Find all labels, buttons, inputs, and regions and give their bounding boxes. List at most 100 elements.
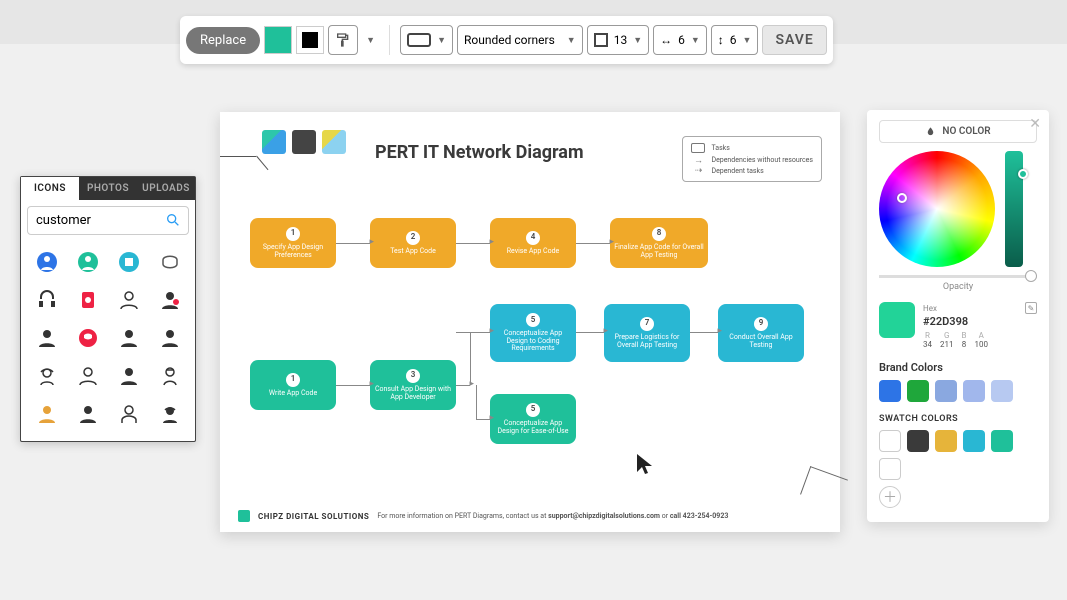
border-color-swatch[interactable]: [296, 26, 324, 54]
connector: [470, 332, 471, 385]
brand-swatch[interactable]: [991, 380, 1013, 402]
icon-result[interactable]: [152, 399, 187, 429]
color-swatch[interactable]: [879, 430, 901, 452]
pert-node[interactable]: 3Consult App Design with App Developer: [370, 360, 456, 410]
tab-uploads[interactable]: UPLOADS: [137, 177, 195, 200]
connector: [476, 385, 477, 419]
rgb-g[interactable]: 211: [940, 340, 954, 349]
icon-result[interactable]: [152, 323, 187, 353]
icon-result[interactable]: [29, 323, 64, 353]
icon-result[interactable]: [152, 285, 187, 315]
tab-icons[interactable]: ICONS: [21, 177, 79, 200]
icon-result[interactable]: [111, 323, 146, 353]
swatch-colors-label: SWATCH COLORS: [879, 414, 1037, 424]
legend-box: Tasks Dependencies without resources Dep…: [682, 136, 822, 182]
icon-result[interactable]: [111, 399, 146, 429]
height-dropdown[interactable]: ↕ 6 ▼: [711, 25, 759, 55]
title-icons: [262, 130, 346, 154]
hex-value[interactable]: #22D398: [923, 315, 1037, 328]
icon-result[interactable]: [111, 285, 146, 315]
brand-logo-icon: [238, 510, 250, 522]
paint-roller-icon: [335, 32, 351, 48]
saturation-slider[interactable]: [1005, 151, 1023, 267]
close-icon[interactable]: ✕: [1029, 116, 1041, 132]
title-icon: [262, 130, 286, 154]
replace-button[interactable]: Replace: [186, 27, 260, 54]
color-swatch[interactable]: [907, 430, 929, 452]
color-picker-panel: ✕ NO COLOR Opacity Hex✎ #22D398 R34 G211…: [867, 110, 1049, 522]
pert-node[interactable]: 8Finalize App Code for Overall App Testi…: [610, 218, 708, 268]
color-swatch[interactable]: [935, 430, 957, 452]
rectangle-icon: [407, 33, 431, 47]
icon-result[interactable]: [29, 399, 64, 429]
color-swatch[interactable]: [991, 430, 1013, 452]
opacity-slider[interactable]: [879, 275, 1037, 278]
icon-result[interactable]: [29, 247, 64, 277]
rgb-a[interactable]: 100: [974, 340, 988, 349]
no-color-button[interactable]: NO COLOR: [879, 120, 1037, 143]
icon-result[interactable]: [152, 361, 187, 391]
pert-node[interactable]: 4Revise App Code: [490, 218, 576, 268]
wheel-handle[interactable]: [897, 193, 907, 203]
opacity-label: Opacity: [879, 282, 1037, 292]
arrows-vertical-icon: ↕: [718, 33, 724, 47]
color-swatch[interactable]: [879, 458, 901, 480]
pert-node[interactable]: 5Conceptualize App Design for Ease-of-Us…: [490, 394, 576, 444]
connector: [456, 385, 470, 386]
icon-result[interactable]: [29, 285, 64, 315]
canvas-footer: CHIPZ DIGITAL SOLUTIONS For more informa…: [238, 510, 822, 522]
pert-node[interactable]: 2Test App Code: [370, 218, 456, 268]
icon-result[interactable]: [152, 247, 187, 277]
color-wheel[interactable]: [879, 151, 995, 267]
icon-result[interactable]: [111, 247, 146, 277]
top-toolbar: Replace ▼ ▼ Rounded corners ▼ 13 ▼ ↔ 6 ▼…: [180, 16, 833, 64]
shape-style-dropdown[interactable]: ▼: [400, 25, 453, 55]
rgb-b[interactable]: 8: [962, 340, 967, 349]
asset-panel: ICONS PHOTOS UPLOADS: [20, 176, 196, 442]
icon-grid: [21, 241, 195, 441]
paint-tool-dropdown[interactable]: [328, 25, 358, 55]
icon-result[interactable]: [111, 361, 146, 391]
width-dropdown[interactable]: ↔ 6 ▼: [653, 25, 707, 55]
brand-swatch[interactable]: [963, 380, 985, 402]
rgb-r[interactable]: 34: [923, 340, 932, 349]
pert-node[interactable]: 7Prepare Logistics for Overall App Testi…: [604, 304, 690, 362]
icon-result[interactable]: [70, 399, 105, 429]
brand-swatch[interactable]: [879, 380, 901, 402]
current-color-swatch: [879, 302, 915, 338]
color-swatch[interactable]: [963, 430, 985, 452]
connector: [336, 385, 370, 386]
icon-result[interactable]: [70, 323, 105, 353]
connector: [456, 243, 490, 244]
pert-node[interactable]: 5Conceptualize App Design to Coding Requ…: [490, 304, 576, 362]
tab-photos[interactable]: PHOTOS: [79, 177, 137, 200]
icon-result[interactable]: [70, 285, 105, 315]
cursor-icon: [635, 452, 655, 481]
opacity-thumb[interactable]: [1025, 270, 1037, 282]
design-canvas[interactable]: PERT IT Network Diagram Tasks Dependenci…: [220, 112, 840, 532]
brand-colors-label: Brand Colors: [879, 361, 1037, 374]
fill-color-swatch[interactable]: [264, 26, 292, 54]
icon-result[interactable]: [70, 247, 105, 277]
add-swatch-button[interactable]: ＋: [879, 486, 901, 508]
pert-node[interactable]: 9Conduct Overall App Testing: [718, 304, 804, 362]
save-button[interactable]: SAVE: [762, 25, 826, 55]
corner-style-dropdown[interactable]: Rounded corners ▼: [457, 25, 583, 55]
border-width-dropdown[interactable]: 13 ▼: [587, 25, 649, 55]
brand-swatch[interactable]: [907, 380, 929, 402]
droplet-icon: [925, 126, 936, 137]
icon-result[interactable]: [29, 361, 64, 391]
pert-node[interactable]: 1Specify App Design Preferences: [250, 218, 336, 268]
eyedropper-icon[interactable]: ✎: [1025, 302, 1037, 314]
decor-line: [800, 466, 848, 508]
connector: [476, 419, 490, 420]
icon-result[interactable]: [70, 361, 105, 391]
saturation-handle[interactable]: [1018, 169, 1028, 179]
search-icon[interactable]: [165, 212, 181, 232]
legend-label: Dependent tasks: [711, 167, 763, 175]
brand-name: CHIPZ DIGITAL SOLUTIONS: [258, 512, 369, 521]
pert-node[interactable]: 1Write App Code: [250, 360, 336, 410]
decor-line: [220, 156, 256, 192]
brand-swatch[interactable]: [935, 380, 957, 402]
paint-caret[interactable]: ▼: [362, 35, 379, 46]
